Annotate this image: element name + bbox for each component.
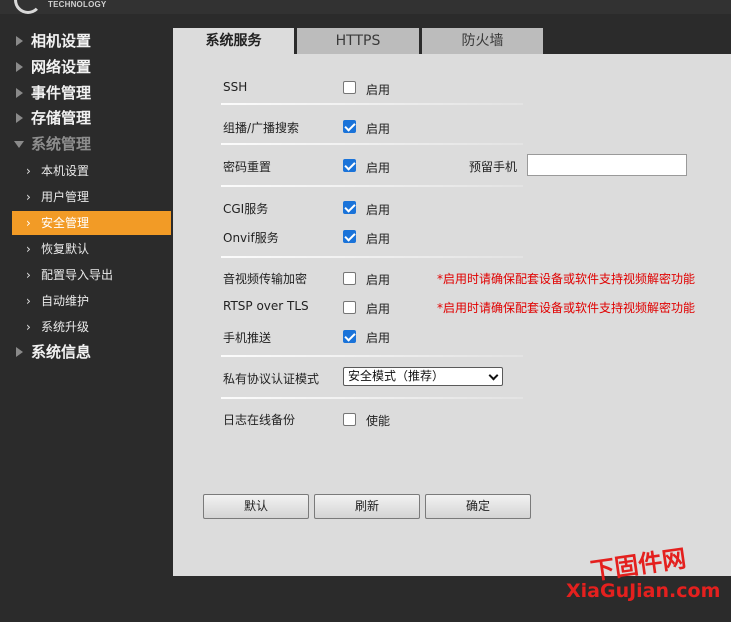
rtsp-tls-label: RTSP over TLS <box>223 299 309 313</box>
sidebar-sub-system-upgrade[interactable]: › 系统升级 <box>12 315 171 339</box>
collapse-triangle-icon <box>14 141 24 148</box>
sidebar-item-label: 事件管理 <box>31 84 92 102</box>
av-encrypt-enable-label: 启用 <box>366 273 391 287</box>
cgi-enable-label: 启用 <box>366 203 391 217</box>
logo-text: TECHNOLOGY <box>48 0 107 9</box>
ssh-enable-label: 启用 <box>366 83 391 97</box>
mobile-push-enable-label: 启用 <box>366 331 391 345</box>
av-encrypt-warning: *启用时请确保配套设备或软件支持视频解密功能 <box>437 272 696 286</box>
divider <box>221 143 523 145</box>
private-auth-selected: 安全模式（推荐） <box>348 369 445 383</box>
sidebar-sub-import-export[interactable]: › 配置导入导出 <box>12 263 171 287</box>
divider <box>221 256 523 258</box>
private-auth-select[interactable]: 安全模式（推荐） <box>343 367 503 386</box>
divider <box>221 355 523 357</box>
top-header: TECHNOLOGY <box>0 0 731 14</box>
divider <box>221 397 523 399</box>
sidebar-item-label: 存储管理 <box>31 109 92 127</box>
sidebar-sub-user-management[interactable]: › 用户管理 <box>12 185 171 209</box>
chevron-right-icon: › <box>26 242 31 256</box>
sidebar-item-label: 系统管理 <box>31 135 92 153</box>
chevron-right-icon: › <box>26 216 31 230</box>
expand-triangle-icon <box>16 62 23 72</box>
password-reset-label: 密码重置 <box>223 160 272 174</box>
divider <box>221 103 523 105</box>
onvif-label: Onvif服务 <box>223 231 279 245</box>
cgi-checkbox[interactable] <box>343 201 356 214</box>
sidebar-item-system[interactable]: 系统管理 <box>0 131 173 157</box>
tab-system-services[interactable]: 系统服务 <box>173 28 294 54</box>
sidebar-sub-security-management[interactable]: › 安全管理 <box>12 211 171 235</box>
sidebar-sub-label: 用户管理 <box>41 190 90 204</box>
logo-icon <box>14 0 42 14</box>
sidebar-item-label: 网络设置 <box>31 58 92 76</box>
sidebar-sub-label: 系统升级 <box>41 320 90 334</box>
sidebar-sub-auto-maintain[interactable]: › 自动维护 <box>12 289 171 313</box>
chevron-right-icon: › <box>26 320 31 334</box>
mobile-push-checkbox[interactable] <box>343 330 356 343</box>
av-encrypt-checkbox[interactable] <box>343 272 356 285</box>
confirm-button[interactable]: 确定 <box>425 494 531 519</box>
expand-triangle-icon <box>16 347 23 357</box>
sidebar-sub-label: 自动维护 <box>41 294 90 308</box>
multicast-enable-label: 启用 <box>366 122 391 136</box>
chevron-right-icon: › <box>26 294 31 308</box>
rtsp-tls-checkbox[interactable] <box>343 301 356 314</box>
password-reset-enable-label: 启用 <box>366 161 391 175</box>
sidebar-item-network[interactable]: 网络设置 <box>0 54 173 80</box>
ssh-checkbox[interactable] <box>343 81 356 94</box>
expand-triangle-icon <box>16 36 23 46</box>
tab-https[interactable]: HTTPS <box>297 28 419 54</box>
reserved-phone-input[interactable] <box>527 154 687 176</box>
onvif-enable-label: 启用 <box>366 232 391 246</box>
log-backup-enable-label: 使能 <box>366 414 391 428</box>
rtsp-tls-warning: *启用时请确保配套设备或软件支持视频解密功能 <box>437 301 696 315</box>
sidebar-item-label: 系统信息 <box>31 343 92 361</box>
sidebar-sub-label: 安全管理 <box>41 216 90 230</box>
sidebar-sub-restore-default[interactable]: › 恢复默认 <box>12 237 171 261</box>
multicast-label: 组播/广播搜索 <box>223 121 300 135</box>
sidebar-sub-label: 配置导入导出 <box>41 268 114 282</box>
refresh-button[interactable]: 刷新 <box>314 494 420 519</box>
chevron-down-icon <box>488 370 499 381</box>
divider <box>221 185 523 187</box>
sidebar-item-camera[interactable]: 相机设置 <box>0 28 173 54</box>
sidebar-sub-label: 恢复默认 <box>41 242 90 256</box>
sidebar-sub-local-settings[interactable]: › 本机设置 <box>12 159 171 183</box>
default-button[interactable]: 默认 <box>203 494 309 519</box>
log-backup-checkbox[interactable] <box>343 413 356 426</box>
tab-firewall[interactable]: 防火墙 <box>422 28 543 54</box>
sidebar-sub-label: 本机设置 <box>41 164 90 178</box>
chevron-right-icon: › <box>26 190 31 204</box>
sidebar-item-storage[interactable]: 存储管理 <box>0 105 173 131</box>
mobile-push-label: 手机推送 <box>223 331 272 345</box>
reserved-phone-label: 预留手机 <box>469 160 518 174</box>
sidebar-item-system-info[interactable]: 系统信息 <box>0 339 173 365</box>
watermark-url: XiaGuJian.com <box>566 580 721 602</box>
onvif-checkbox[interactable] <box>343 230 356 243</box>
sidebar-item-event[interactable]: 事件管理 <box>0 80 173 106</box>
expand-triangle-icon <box>16 88 23 98</box>
log-backup-label: 日志在线备份 <box>223 413 296 427</box>
av-encrypt-label: 音视频传输加密 <box>223 272 308 286</box>
sidebar-item-label: 相机设置 <box>31 32 92 50</box>
multicast-checkbox[interactable] <box>343 120 356 133</box>
chevron-right-icon: › <box>26 268 31 282</box>
cgi-label: CGI服务 <box>223 202 269 216</box>
password-reset-checkbox[interactable] <box>343 159 356 172</box>
expand-triangle-icon <box>16 113 23 123</box>
rtsp-tls-enable-label: 启用 <box>366 302 391 316</box>
chevron-right-icon: › <box>26 164 31 178</box>
ssh-label: SSH <box>223 80 248 94</box>
private-auth-label: 私有协议认证模式 <box>223 372 320 386</box>
